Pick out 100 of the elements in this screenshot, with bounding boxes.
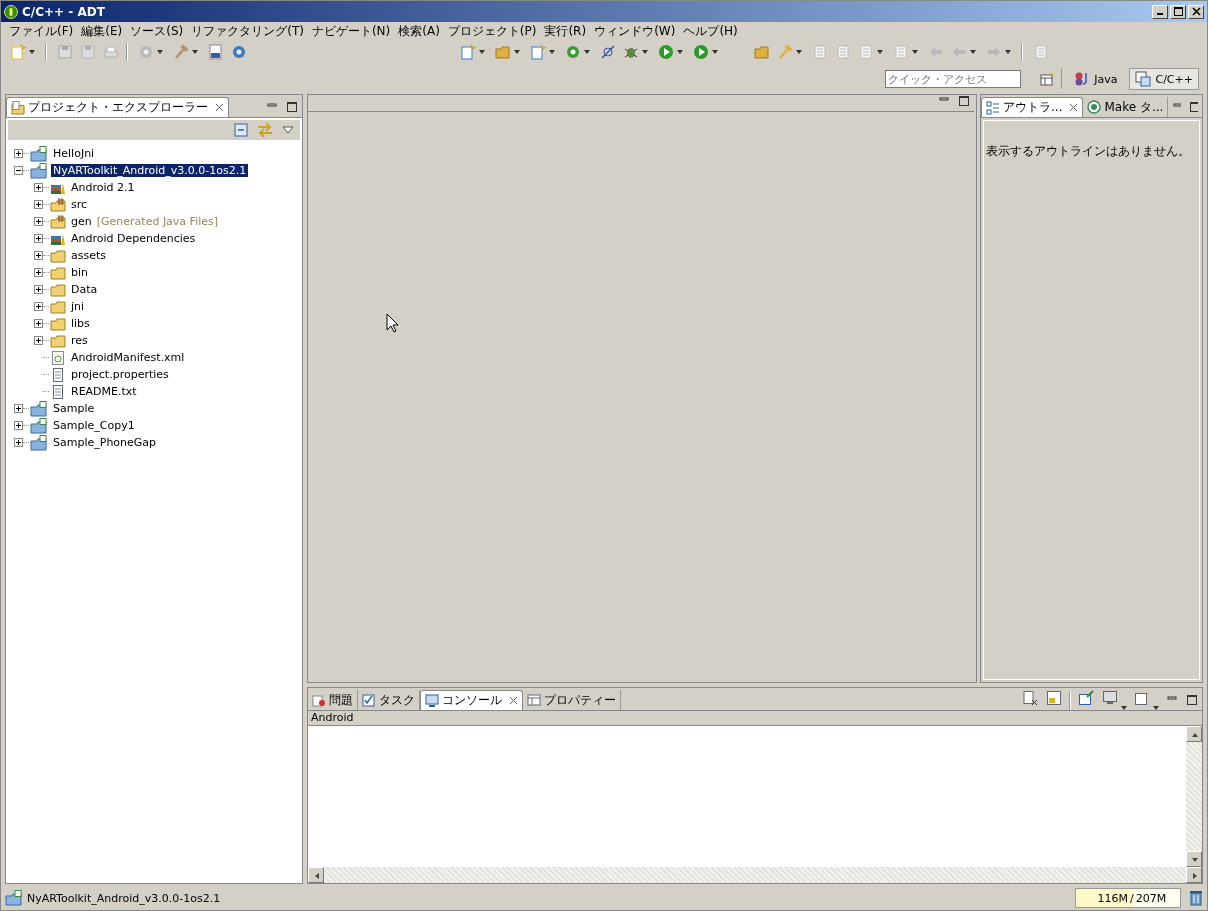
close-icon[interactable] — [1069, 103, 1079, 112]
heap-status[interactable]: 116M / 207M — [1075, 888, 1181, 908]
menu-item[interactable]: 編集(E) — [77, 22, 127, 40]
dropdown-caret-icon[interactable] — [192, 50, 198, 54]
tree-item[interactable]: jni — [69, 300, 87, 313]
expand-toggle-icon[interactable] — [34, 251, 43, 260]
expand-toggle-icon[interactable] — [34, 200, 43, 209]
expand-toggle-icon[interactable] — [34, 319, 43, 328]
menu-item[interactable]: リファクタリング(T) — [187, 22, 308, 40]
expand-toggle-icon[interactable] — [14, 438, 23, 447]
dropdown-caret-icon[interactable] — [1005, 50, 1011, 54]
refresh-icon[interactable] — [565, 44, 581, 60]
menu-item[interactable]: 実行(R) — [540, 22, 591, 40]
menu-item[interactable]: ファイル(F) — [5, 22, 78, 40]
view-tab[interactable]: Make タ... — [1083, 97, 1169, 117]
close-button[interactable] — [1188, 4, 1204, 19]
gear-icon[interactable] — [231, 44, 247, 60]
tree-item[interactable]: AndroidManifest.xml — [69, 351, 187, 364]
minimize-button[interactable] — [1152, 4, 1168, 19]
run-tool-icon[interactable] — [693, 44, 709, 60]
perspective-button[interactable]: Java — [1068, 68, 1124, 90]
expand-toggle-icon[interactable] — [34, 268, 43, 277]
expand-toggle-icon[interactable] — [14, 149, 23, 158]
collapse-all-icon[interactable] — [234, 123, 248, 137]
open-perspective-icon[interactable] — [1039, 71, 1056, 87]
menu-item[interactable]: プロジェクト(P) — [443, 22, 541, 40]
horizontal-scrollbar[interactable] — [308, 867, 1202, 883]
dropdown-caret-icon[interactable] — [1153, 706, 1159, 710]
expand-toggle-icon[interactable] — [34, 234, 43, 243]
text-file-icon — [50, 366, 66, 383]
dropdown-caret-icon[interactable] — [514, 50, 520, 54]
expand-toggle-icon[interactable] — [34, 285, 43, 294]
view-tab[interactable]: アウトラ... — [981, 97, 1084, 117]
vertical-scrollbar[interactable] — [1186, 726, 1202, 867]
dropdown-caret-icon[interactable] — [1121, 706, 1127, 710]
tree-item[interactable]: project.properties — [69, 368, 171, 381]
play-icon[interactable] — [658, 44, 674, 60]
view-tab[interactable]: コンソール — [420, 690, 523, 710]
menu-item[interactable]: ナビゲート(N) — [307, 22, 395, 40]
menu-item[interactable]: ソース(S) — [126, 22, 188, 40]
maximize-icon[interactable] — [958, 95, 970, 107]
close-icon[interactable] — [509, 696, 518, 705]
dropdown-caret-icon[interactable] — [584, 50, 590, 54]
view-menu-icon[interactable] — [282, 126, 294, 134]
expand-toggle-icon[interactable] — [14, 404, 23, 413]
view-tab[interactable]: 問題 — [308, 690, 358, 710]
tree-item[interactable]: HelloJni — [51, 147, 97, 160]
tree-item[interactable]: src — [69, 198, 90, 211]
monitor-icon[interactable] — [1102, 690, 1118, 706]
dropdown-caret-icon[interactable] — [677, 50, 683, 54]
tree-item[interactable]: Data — [69, 283, 100, 296]
tree-item[interactable]: assets — [69, 249, 108, 262]
scroll-right-button[interactable] — [1186, 867, 1202, 883]
maximize-icon[interactable] — [1186, 694, 1198, 706]
scroll-up-button[interactable] — [1186, 726, 1202, 742]
dropdown-caret-icon[interactable] — [877, 50, 883, 54]
dropdown-caret-icon[interactable] — [970, 50, 976, 54]
expand-toggle-icon[interactable] — [34, 217, 43, 226]
tree-item[interactable]: res — [69, 334, 90, 347]
dropdown-caret-icon[interactable] — [912, 50, 918, 54]
maximize-icon[interactable] — [286, 101, 298, 113]
tree-item[interactable]: README.txt — [69, 385, 139, 398]
quick-access-field[interactable]: クイック・アクセス — [885, 70, 1022, 88]
menu-item[interactable]: 検索(A) — [394, 22, 444, 40]
expand-toggle-icon[interactable] — [34, 183, 43, 192]
clear-console-icon[interactable] — [1022, 690, 1038, 706]
scroll-down-button[interactable] — [1186, 851, 1202, 867]
tree-item[interactable]: gen — [69, 215, 94, 228]
view-tab[interactable]: プロパティー — [523, 690, 621, 710]
tree-item[interactable]: NyARToolkit_Android_v3.0.0-1os2.1 — [51, 164, 249, 177]
dropdown-caret-icon[interactable] — [157, 50, 163, 54]
perspective-button[interactable]: C/C++ — [1129, 68, 1199, 90]
tree-item[interactable]: bin — [69, 266, 90, 279]
tree-item[interactable]: Sample — [51, 402, 97, 415]
view-tab[interactable]: タスク — [358, 690, 420, 710]
menu-item[interactable]: ヘルプ(H) — [679, 22, 742, 40]
expand-toggle-icon[interactable] — [14, 421, 23, 430]
dropdown-caret-icon[interactable] — [642, 50, 648, 54]
tree-item[interactable]: Sample_PhoneGap — [51, 436, 159, 449]
dropdown-caret-icon[interactable] — [479, 50, 485, 54]
trash-icon[interactable] — [1189, 890, 1203, 906]
binary-file-icon[interactable] — [208, 44, 224, 60]
maximize-icon[interactable] — [1189, 101, 1198, 113]
new-console-icon[interactable] — [1134, 690, 1150, 706]
dropdown-caret-icon[interactable] — [712, 50, 718, 54]
expand-toggle-icon[interactable] — [34, 336, 43, 345]
view-tab[interactable]: プロジェクト・エクスプローラー — [6, 97, 229, 117]
close-icon[interactable] — [215, 103, 224, 112]
tree-item[interactable]: Sample_Copy1 — [51, 419, 137, 432]
menu-item[interactable]: ウィンドウ(W) — [590, 22, 680, 40]
dropdown-caret-icon[interactable] — [796, 50, 802, 54]
maximize-button[interactable] — [1170, 4, 1186, 19]
dropdown-caret-icon[interactable] — [549, 50, 555, 54]
dropdown-caret-icon[interactable] — [29, 50, 35, 54]
tree-item[interactable]: libs — [69, 317, 92, 330]
expand-toggle-icon[interactable] — [14, 166, 23, 175]
expand-toggle-icon[interactable] — [34, 302, 43, 311]
tree-item[interactable]: Android Dependencies — [69, 232, 198, 245]
tree-item[interactable]: Android 2.1 — [69, 181, 137, 194]
scroll-left-button[interactable] — [308, 867, 324, 883]
